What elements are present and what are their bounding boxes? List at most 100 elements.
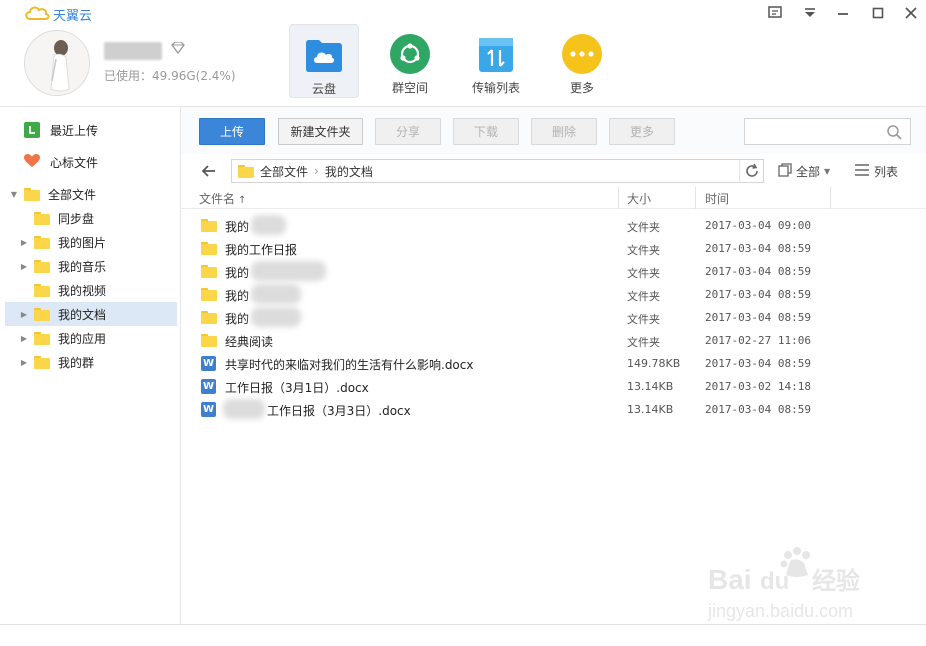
sidebar-item-label: 我的应用	[58, 331, 107, 346]
folder-icon	[34, 331, 50, 345]
folder-icon	[34, 259, 50, 273]
sidebar-item-label: 我的文档	[58, 307, 107, 322]
folder-icon	[201, 311, 217, 324]
share-button[interactable]: 分享	[375, 118, 441, 145]
file-row[interactable]: 我的 文件夹 2017-03-04 08:59	[181, 260, 926, 283]
file-name: 我的	[225, 266, 250, 280]
sidebar-item-label: 我的音乐	[58, 259, 107, 274]
group-icon	[390, 34, 430, 74]
breadcrumb-item-my-documents[interactable]: 我的文档	[325, 163, 373, 180]
folder-icon	[34, 307, 50, 321]
sidebar-item-my-music[interactable]: ▶ 我的音乐	[0, 254, 180, 278]
file-row[interactable]: W 工作日报（3月3日）.docx 13.14KB 2017-03-04 08:…	[181, 398, 926, 421]
folder-icon	[34, 355, 50, 369]
avatar[interactable]	[24, 30, 90, 96]
download-button[interactable]: 下载	[453, 118, 519, 145]
chevron-right-icon[interactable]: ▶	[20, 262, 28, 271]
nav-label: 更多	[569, 81, 594, 95]
chevron-right-icon[interactable]: ▶	[20, 334, 28, 343]
search-box[interactable]	[744, 118, 911, 145]
file-time: 2017-03-04 08:59	[705, 265, 811, 278]
file-row[interactable]: 我的 文件夹 2017-03-04 09:00	[181, 214, 926, 237]
sidebar-item-my-pictures[interactable]: ▶ 我的图片	[0, 230, 180, 254]
chevron-right-icon[interactable]: ▶	[20, 358, 28, 367]
column-divider[interactable]	[695, 187, 696, 209]
file-row[interactable]: 我的 文件夹 2017-03-04 08:59	[181, 306, 926, 329]
chevron-down-icon[interactable]: ▼	[10, 190, 18, 199]
sidebar-item-my-apps[interactable]: ▶ 我的应用	[0, 326, 180, 350]
file-name: 我的	[225, 220, 250, 234]
column-header-name[interactable]: 文件名 ↑	[199, 190, 246, 207]
file-size: 13.14KB	[627, 403, 674, 416]
file-size: 文件夹	[627, 221, 660, 234]
search-icon[interactable]	[887, 125, 902, 143]
folder-icon	[201, 219, 217, 232]
sidebar-item-all-files[interactable]: ▼ 全部文件	[0, 182, 180, 206]
sidebar-item-label: 最近上传	[50, 123, 99, 138]
file-row[interactable]: W 工作日报（3月1日）.docx 13.14KB 2017-03-02 14:…	[181, 375, 926, 398]
file-name: 工作日报（3月1日）.docx	[225, 381, 369, 395]
column-header-time[interactable]: 时间	[705, 190, 729, 207]
delete-button[interactable]: 删除	[531, 118, 597, 145]
breadcrumb-item-all-files[interactable]: 全部文件	[260, 163, 308, 180]
file-size: 文件夹	[627, 313, 660, 326]
redacted-text	[251, 284, 301, 304]
column-divider[interactable]	[830, 187, 831, 209]
minimize-icon[interactable]	[835, 5, 851, 21]
storage-usage: 已使用：49.96G(2.4%)	[104, 69, 236, 83]
cloud-folder-icon	[304, 35, 344, 75]
chevron-right-icon[interactable]: ▶	[20, 238, 28, 247]
baidu-jingyan-watermark: Bai du 经验 jingyan.baidu.com	[700, 545, 880, 625]
file-row[interactable]: 我的 文件夹 2017-03-04 08:59	[181, 283, 926, 306]
redacted-text	[251, 261, 326, 281]
file-row[interactable]: W 共享时代的来临对我们的生活有什么影响.docx 149.78KB 2017-…	[181, 352, 926, 375]
sidebar-item-sync-disk[interactable]: 同步盘	[0, 206, 180, 230]
file-size: 文件夹	[627, 267, 660, 280]
nav-cloud-disk[interactable]: 云盘	[289, 24, 359, 98]
upload-button[interactable]: 上传	[199, 118, 265, 145]
file-row[interactable]: 我的工作日报 文件夹 2017-03-04 08:59	[181, 237, 926, 260]
file-size: 文件夹	[627, 336, 660, 349]
folder-icon	[34, 211, 50, 225]
brand-name: 天翼云	[53, 9, 93, 24]
chevron-right-icon: ›	[314, 164, 319, 178]
vip-badge-icon[interactable]	[171, 41, 185, 57]
file-type-filter[interactable]: 全部 ▼	[778, 163, 830, 180]
column-header-size[interactable]: 大小	[627, 190, 651, 207]
sidebar-item-label: 心标文件	[50, 155, 99, 170]
sidebar-item-recent-upload[interactable]: 最近上传	[0, 118, 180, 142]
new-folder-button[interactable]: 新建文件夹	[278, 118, 363, 145]
view-mode-toggle[interactable]: 列表	[855, 163, 898, 180]
filter-label: 全部	[796, 165, 821, 179]
sidebar-item-my-documents[interactable]: ▶ 我的文档	[5, 302, 177, 326]
menu-dropdown-icon[interactable]	[802, 5, 818, 21]
more-button[interactable]: 更多	[609, 118, 675, 145]
file-size: 149.78KB	[627, 357, 681, 370]
view-mode-label: 列表	[874, 165, 899, 179]
copy-icon	[778, 163, 792, 180]
sidebar-item-label: 全部文件	[48, 187, 97, 202]
back-arrow-icon[interactable]	[201, 163, 217, 179]
redacted-text	[251, 215, 286, 235]
file-time: 2017-03-04 08:59	[705, 311, 811, 324]
sidebar-item-my-videos[interactable]: 我的视频	[0, 278, 180, 302]
nav-transfer-list[interactable]: 传输列表	[461, 24, 531, 98]
word-doc-icon: W	[201, 356, 216, 371]
nav-group-space[interactable]: 群空间	[375, 24, 445, 98]
sidebar-item-starred[interactable]: 心标文件	[0, 150, 180, 174]
feedback-icon[interactable]	[767, 5, 783, 21]
svg-text:Bai: Bai	[708, 564, 752, 595]
sidebar-item-my-groups[interactable]: ▶ 我的群	[0, 350, 180, 374]
chevron-right-icon[interactable]: ▶	[20, 310, 28, 319]
close-icon[interactable]	[903, 5, 919, 21]
file-row[interactable]: 经典阅读 文件夹 2017-02-27 11:06	[181, 329, 926, 352]
maximize-icon[interactable]	[870, 5, 886, 21]
file-name: 共享时代的来临对我们的生活有什么影响.docx	[225, 358, 474, 372]
file-time: 2017-03-02 14:18	[705, 380, 811, 393]
sidebar-item-label: 同步盘	[58, 211, 95, 226]
breadcrumb: 全部文件 › 我的文档	[231, 159, 764, 183]
search-input[interactable]	[745, 119, 883, 144]
column-divider[interactable]	[618, 187, 619, 209]
nav-more[interactable]: 更多	[547, 24, 617, 98]
refresh-icon[interactable]	[739, 160, 763, 182]
